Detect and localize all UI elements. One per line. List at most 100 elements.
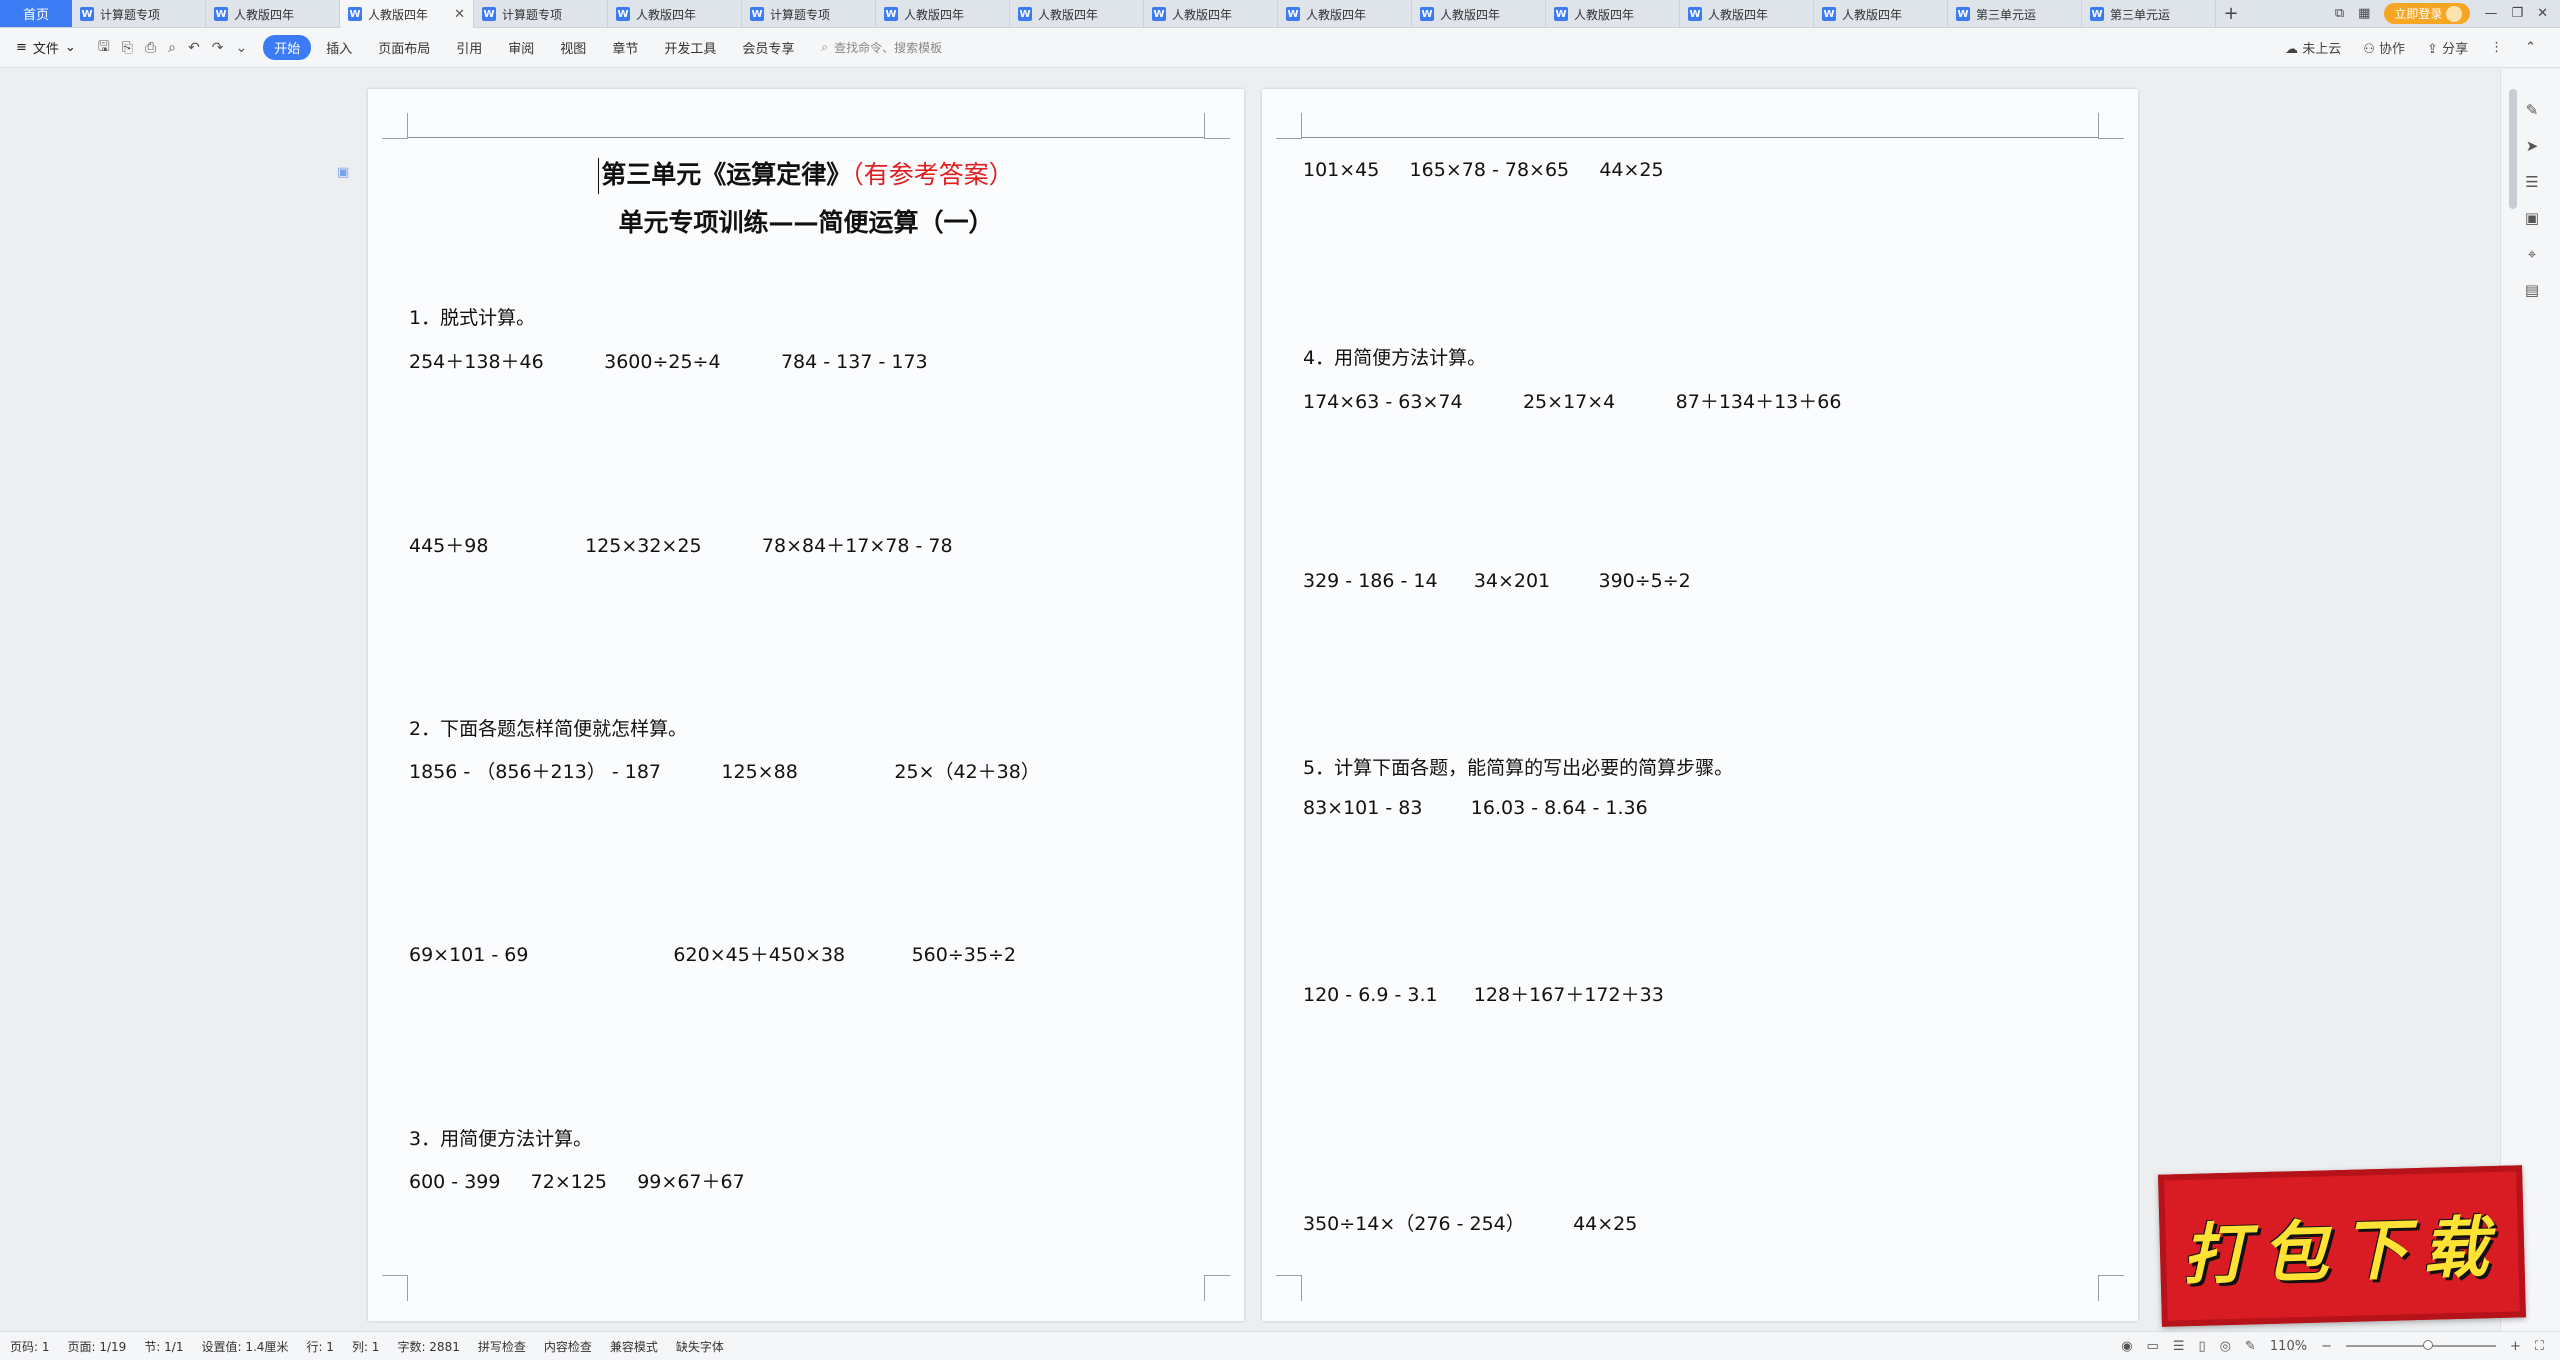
page-2[interactable]: 101×45 165×78 - 78×65 44×25 4．用简便方法计算。 174…	[1262, 89, 2138, 1321]
word-doc-icon: W	[884, 7, 898, 21]
ribbon-menu-item[interactable]: 页面布局	[367, 35, 441, 60]
page-corner-mark	[1204, 1275, 1230, 1301]
title-note: （有参考答案）	[851, 160, 1014, 189]
tab-count-icon[interactable]: ⧉	[2335, 6, 2344, 21]
read-view-icon[interactable]: ▯	[2199, 1339, 2206, 1354]
write-view-icon[interactable]: ✎	[2245, 1339, 2256, 1354]
command-search[interactable]: ⌕ 查找命令、搜索模板	[821, 39, 942, 56]
tab-label: 人教版四年	[1708, 7, 1769, 22]
ribbon-menu-item[interactable]: 插入	[315, 35, 363, 60]
grid-apps-icon[interactable]: ▦	[2358, 6, 2370, 21]
collab-button[interactable]: ⚇ 协作	[2363, 38, 2405, 57]
restore-icon[interactable]: ❐	[2511, 6, 2523, 21]
collapse-icon[interactable]: ⌃	[2525, 40, 2536, 55]
home-tab[interactable]: 首页	[0, 0, 72, 27]
zoom-out-icon[interactable]: −	[2321, 1339, 2332, 1354]
status-item[interactable]: 设置值: 1.4厘米	[201, 1338, 288, 1355]
document-tab[interactable]: W 第三单元运	[2082, 0, 2216, 28]
web-view-icon[interactable]: ◎	[2220, 1339, 2231, 1354]
word-doc-icon: W	[1286, 7, 1300, 21]
download-banner[interactable]: 打包下载	[2158, 1165, 2526, 1327]
ribbon-menu-item[interactable]: 会员专享	[731, 35, 805, 60]
close-window-icon[interactable]: ✕	[2537, 6, 2548, 21]
document-tab[interactable]: W 人教版四年	[206, 0, 340, 28]
ribbon-menu-item[interactable]: 章节	[601, 35, 649, 60]
outline-marker-icon[interactable]: ▣	[337, 165, 349, 180]
status-items: 页码: 1 页面: 1/19 节: 1/1 设置值: 1.4厘米 行: 1 列: 1 字数:…	[10, 1338, 742, 1355]
cloud-button[interactable]: ☁ 未上云	[2285, 38, 2341, 57]
page-1[interactable]: 第三单元《运算定律》（有参考答案） 单元专项训练——简便运算（一） 1．脱式计算…	[368, 89, 1244, 1321]
document-tab[interactable]: W 人教版四年	[876, 0, 1010, 28]
login-label: 立即登录	[2394, 7, 2443, 21]
export-icon[interactable]: ⎘	[122, 40, 133, 56]
customize-icon[interactable]: ⌄	[235, 40, 247, 56]
share-button[interactable]: ⇪ 分享	[2427, 38, 2468, 57]
document-tab[interactable]: W 人教版四年	[1814, 0, 1948, 28]
page-corner-mark	[2098, 1275, 2124, 1301]
redo-icon[interactable]: ↷	[212, 40, 224, 56]
text-line: 69×101 - 69 620×45＋450×38 560÷35÷2	[409, 944, 1016, 966]
document-tab[interactable]: W 计算题专项	[742, 0, 876, 28]
document-tab[interactable]: W 计算题专项	[474, 0, 608, 28]
preview-icon[interactable]: ⌕	[168, 40, 176, 56]
eye-protect-icon[interactable]: ◉	[2121, 1339, 2132, 1354]
vertical-scrollbar[interactable]	[2509, 89, 2517, 209]
document-tab[interactable]: W 人教版四年	[1680, 0, 1814, 28]
status-item[interactable]: 缺失字体	[676, 1338, 724, 1355]
login-button[interactable]: 立即登录	[2384, 3, 2471, 24]
ribbon-menu-item[interactable]: 开发工具	[653, 35, 727, 60]
text-line: 350÷14×（276 - 254） 44×25	[1303, 1213, 1638, 1235]
document-tab[interactable]: W 人教版四年 ✕	[340, 0, 474, 28]
page-view-icon[interactable]: ▭	[2147, 1339, 2159, 1354]
more-icon[interactable]: ⋮	[2490, 40, 2503, 55]
document-subtitle: 单元专项训练——简便运算（一）	[618, 208, 994, 237]
status-item[interactable]: 兼容模式	[610, 1338, 658, 1355]
close-tab-icon[interactable]: ✕	[454, 7, 465, 22]
status-item[interactable]: 页码: 1	[10, 1338, 50, 1355]
status-bar: 页码: 1 页面: 1/19 节: 1/1 设置值: 1.4厘米 行: 1 列: 1 字数:…	[0, 1331, 2560, 1360]
zoom-level[interactable]: 110%	[2270, 1339, 2307, 1354]
adjust-icon[interactable]: ☰	[2523, 173, 2541, 191]
zoom-slider-knob[interactable]	[2422, 1340, 2433, 1350]
document-tab[interactable]: W 第三单元运	[1948, 0, 2082, 28]
document-tab[interactable]: W 人教版四年	[1144, 0, 1278, 28]
status-item[interactable]: 字数: 2881	[397, 1338, 459, 1355]
select-pointer-icon[interactable]: ➤	[2523, 137, 2541, 155]
print-icon[interactable]: ⎙	[145, 40, 156, 56]
status-item[interactable]: 拼写检查	[478, 1338, 526, 1355]
minimize-icon[interactable]: —	[2484, 6, 2497, 21]
hamburger-icon: ≡	[16, 40, 27, 55]
book-icon[interactable]: ▤	[2523, 281, 2541, 299]
fullscreen-icon[interactable]: ⛶	[2535, 1339, 2544, 1354]
document-tab[interactable]: W 计算题专项	[72, 0, 206, 28]
page-corner-mark	[382, 113, 408, 139]
location-icon[interactable]: ⌖	[2523, 245, 2541, 263]
zoom-in-icon[interactable]: +	[2510, 1339, 2521, 1354]
document-tab[interactable]: W 人教版四年	[1278, 0, 1412, 28]
word-doc-icon: W	[1554, 7, 1568, 21]
new-tab-button[interactable]: +	[2216, 0, 2246, 27]
save-icon[interactable]: 🖫	[98, 36, 110, 60]
document-tab[interactable]: W 人教版四年	[1010, 0, 1144, 28]
file-menu-button[interactable]: ≡ 文件 ⌄	[0, 38, 88, 57]
ribbon-menu-item[interactable]: 开始	[263, 35, 312, 60]
ribbon-menu-item[interactable]: 视图	[549, 35, 597, 60]
text-line: 445＋98 125×32×25 78×84＋17×78 - 78	[409, 535, 953, 557]
status-item[interactable]: 节: 1/1	[144, 1338, 183, 1355]
status-item[interactable]: 行: 1	[306, 1338, 334, 1355]
ribbon-menu-item[interactable]: 审阅	[497, 35, 545, 60]
document-tab[interactable]: W 人教版四年	[1546, 0, 1680, 28]
document-canvas: ▣ 第三单元《运算定律》（有参考答案） 单元专项训练——简便运算（一） 1．脱式…	[0, 69, 2500, 1331]
zoom-slider[interactable]	[2345, 1340, 2496, 1350]
ribbon-menu-item[interactable]: 引用	[445, 35, 493, 60]
image-icon[interactable]: ▣	[2523, 209, 2541, 227]
status-item[interactable]: 内容检查	[544, 1338, 592, 1355]
status-item[interactable]: 列: 1	[352, 1338, 380, 1355]
undo-icon[interactable]: ↶	[188, 40, 200, 56]
outline-view-icon[interactable]: ☰	[2173, 1339, 2185, 1354]
document-tab[interactable]: W 人教版四年	[1412, 0, 1546, 28]
document-tab[interactable]: W 人教版四年	[608, 0, 742, 28]
edit-pen-icon[interactable]: ✎	[2523, 101, 2541, 119]
status-item[interactable]: 页面: 1/19	[68, 1338, 127, 1355]
text-line: 83×101 - 83 16.03 - 8.64 - 1.36	[1303, 797, 1648, 819]
